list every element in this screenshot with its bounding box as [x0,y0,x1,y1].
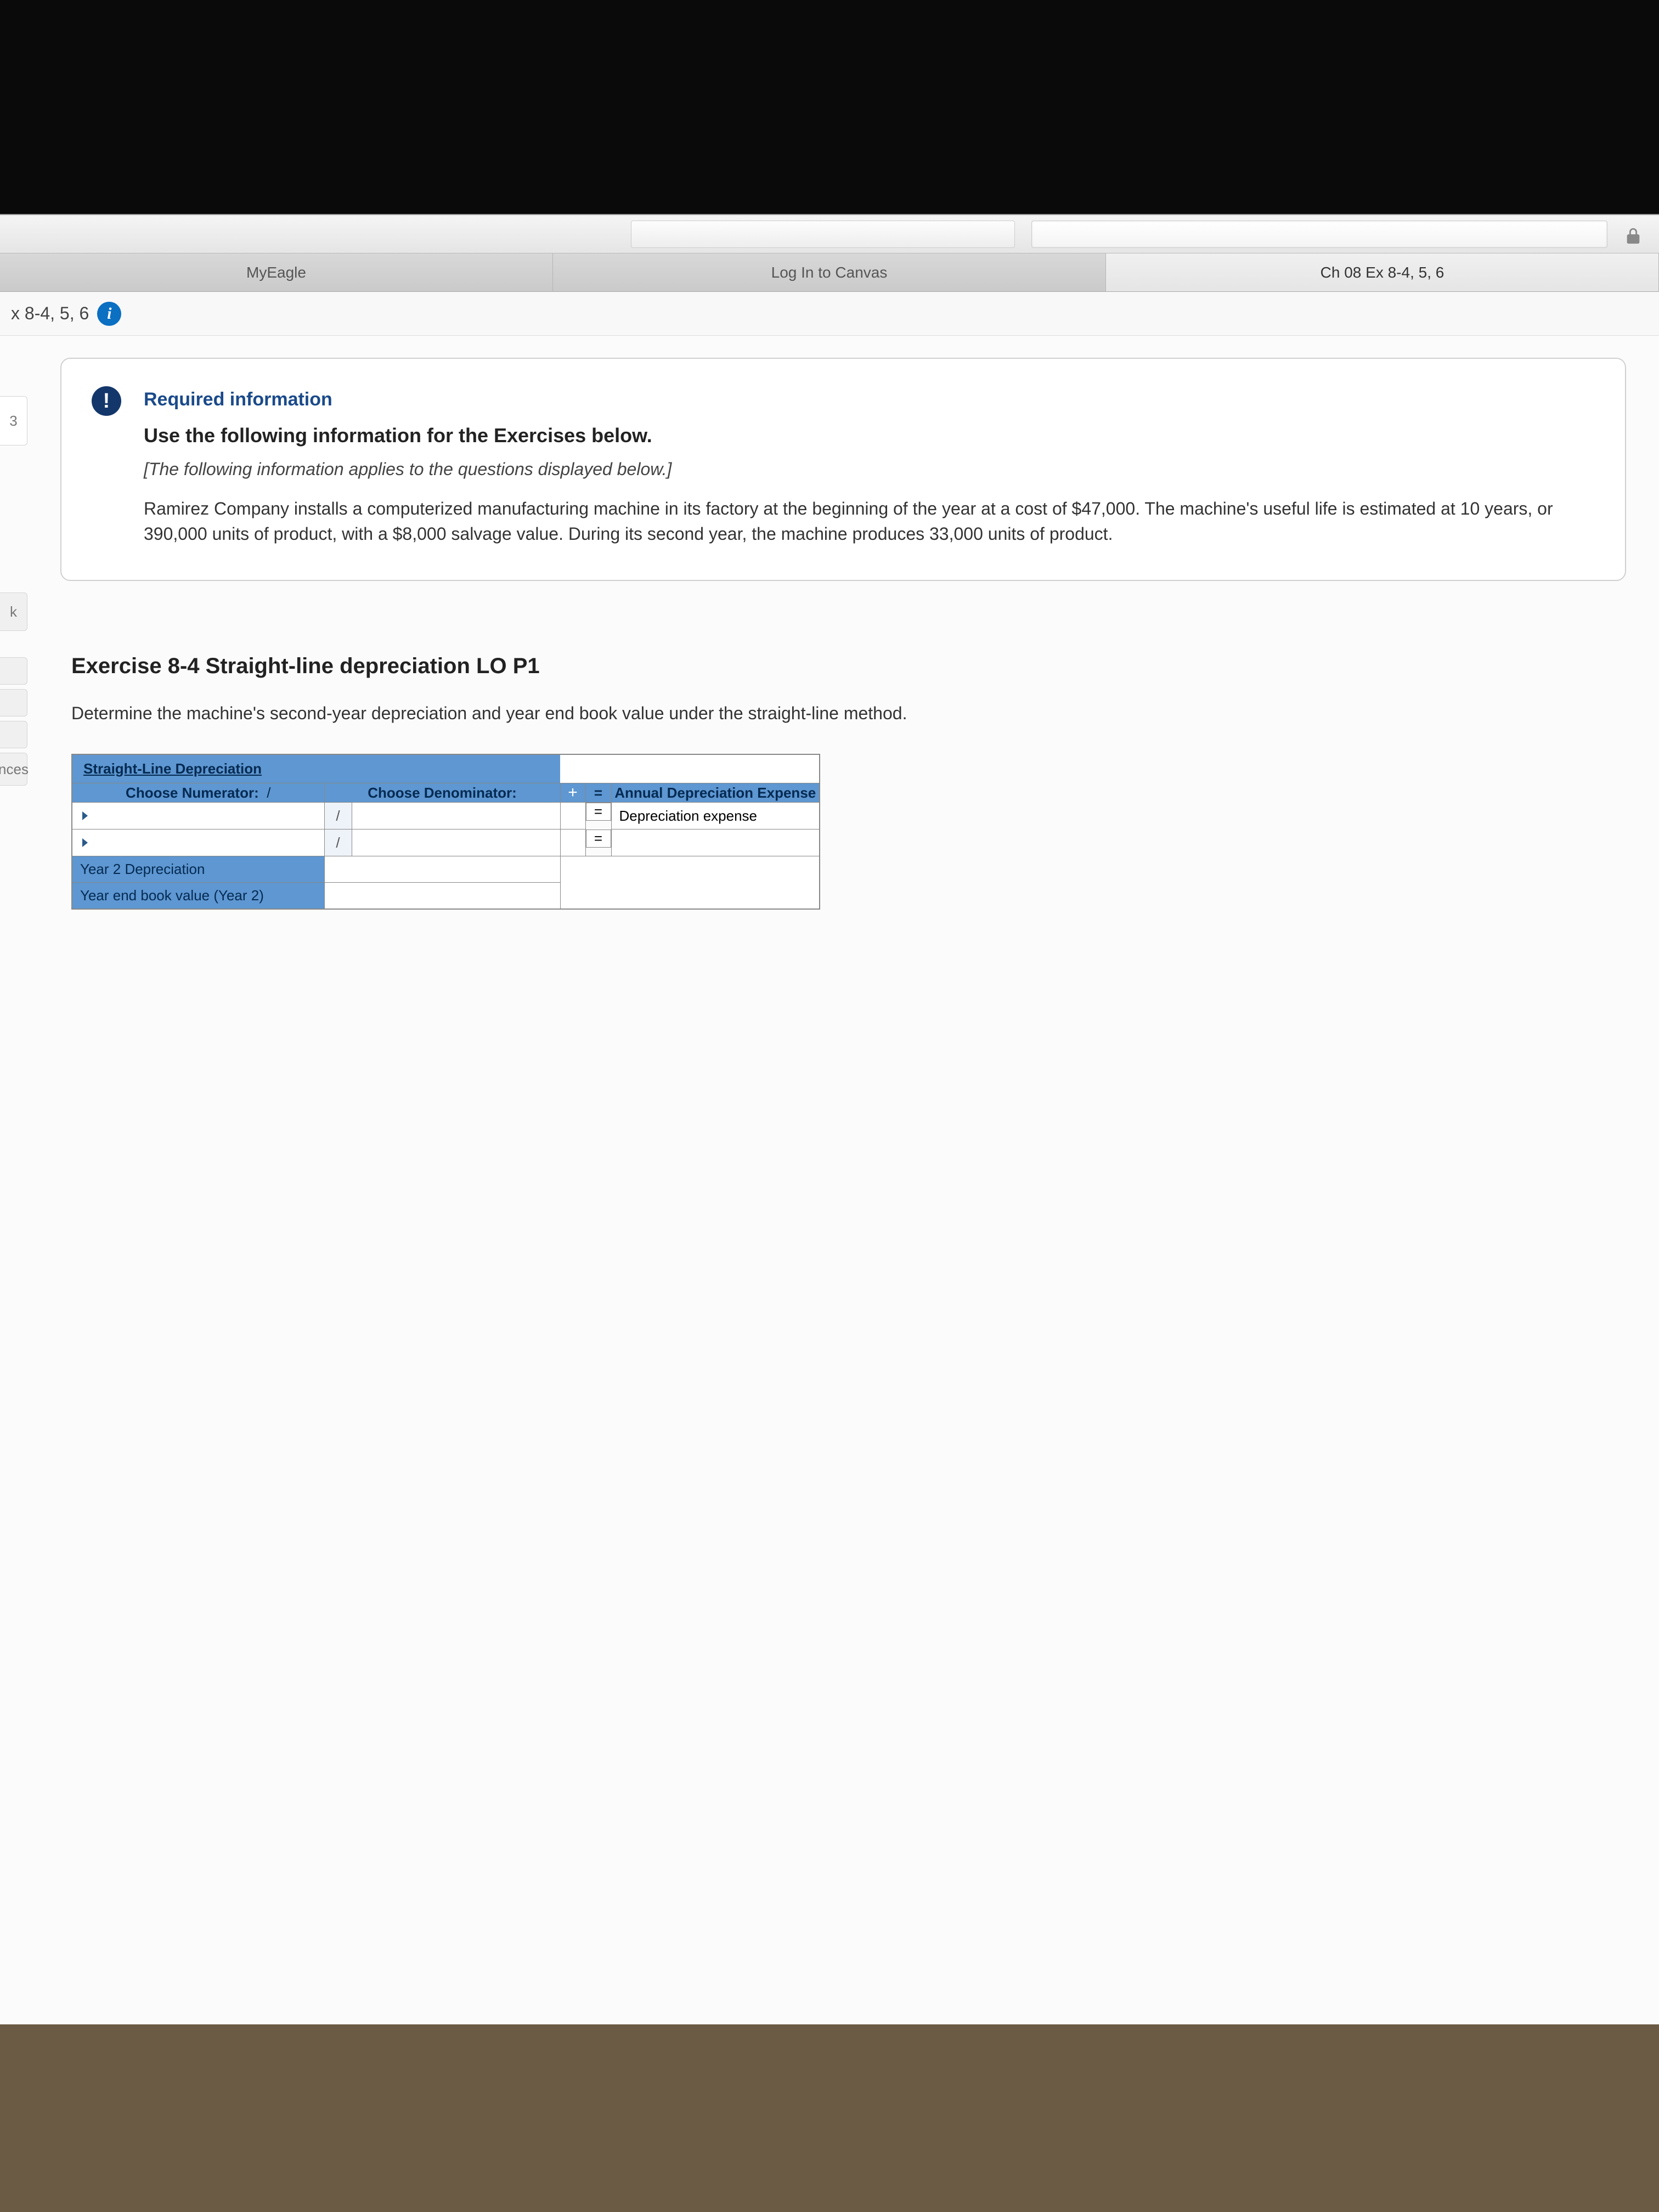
lock-icon [1624,225,1643,247]
depreciation-table: Straight-Line Depreciation Choose Numera… [71,754,820,910]
url-segment[interactable] [631,221,1015,248]
header-equals: = [585,783,611,803]
dropdown-icon [82,838,88,847]
tab-ch08[interactable]: Ch 08 Ex 8-4, 5, 6 [1106,253,1659,291]
denominator-cell-1: / [324,803,560,830]
year2-dep-value[interactable] [324,856,560,883]
row-year-end-bv: Year end book value (Year 2) [72,883,324,910]
exercise-instruction: Determine the machine's second-year depr… [71,703,1615,724]
slash-cell: / [325,830,352,856]
numerator-input-1[interactable] [72,803,324,830]
page-heading-bar: x 8-4, 5, 6 i [0,292,1659,336]
device-bezel-top [0,0,1659,214]
required-info-heading: Required information [144,389,1592,410]
side-tab-k[interactable]: k [0,592,27,631]
header-numerator: Choose Numerator: / [72,783,324,803]
slash-cell: / [325,803,352,829]
spacer [560,830,585,856]
exercise-section: Exercise 8-4 Straight-line depreciation … [71,654,1615,910]
alert-icon: ! [92,386,121,416]
equals-cell: = [586,830,611,848]
exercise-title: Exercise 8-4 Straight-line depreciation … [71,654,1615,679]
spacer [560,803,585,830]
plus-icon[interactable]: + [560,783,585,803]
left-nav-stubs: 3 k nces [0,396,27,790]
header-denominator: Choose Denominator: [324,783,560,803]
table-tab[interactable]: Straight-Line Depreciation [72,754,560,783]
row-year2-dep: Year 2 Depreciation [72,856,324,883]
year-end-bv-value[interactable] [324,883,560,910]
url-segment-active[interactable] [1031,221,1607,248]
dropdown-icon [82,811,88,820]
screen: MyEagle Log In to Canvas Ch 08 Ex 8-4, 5… [0,214,1659,2024]
question-number-tab[interactable]: 3 [0,396,27,445]
denominator-cell-2: / [324,830,560,856]
page-content: 3 k nces ! Required information Use the … [0,336,1659,2024]
tab-canvas-login[interactable]: Log In to Canvas [553,253,1106,291]
browser-url-bar [0,215,1659,253]
denominator-input-2[interactable] [352,830,560,856]
required-info-card: ! Required information Use the following… [60,358,1626,581]
side-tab[interactable] [0,657,27,685]
equals-cell: = [586,803,611,821]
page-heading: x 8-4, 5, 6 [11,303,89,324]
header-annual-dep: Annual Depreciation Expense [611,783,820,803]
required-info-bold: Use the following information for the Ex… [144,424,1592,447]
info-icon[interactable]: i [97,302,121,326]
table-tab-label: Straight-Line Depreciation [72,755,273,783]
required-info-italic: [The following information applies to th… [144,459,1592,479]
result-dep-expense: Depreciation expense [612,803,820,829]
numerator-input-2[interactable] [72,830,324,856]
denominator-input-1[interactable] [352,803,560,829]
tab-myeagle[interactable]: MyEagle [0,253,553,291]
result-input-2[interactable] [611,830,820,856]
side-tab[interactable] [0,689,27,716]
browser-tabs: MyEagle Log In to Canvas Ch 08 Ex 8-4, 5… [0,253,1659,292]
required-info-body: Ramirez Company installs a computerized … [144,496,1592,547]
side-tab[interactable] [0,721,27,748]
side-tab-nces[interactable]: nces [0,753,27,786]
